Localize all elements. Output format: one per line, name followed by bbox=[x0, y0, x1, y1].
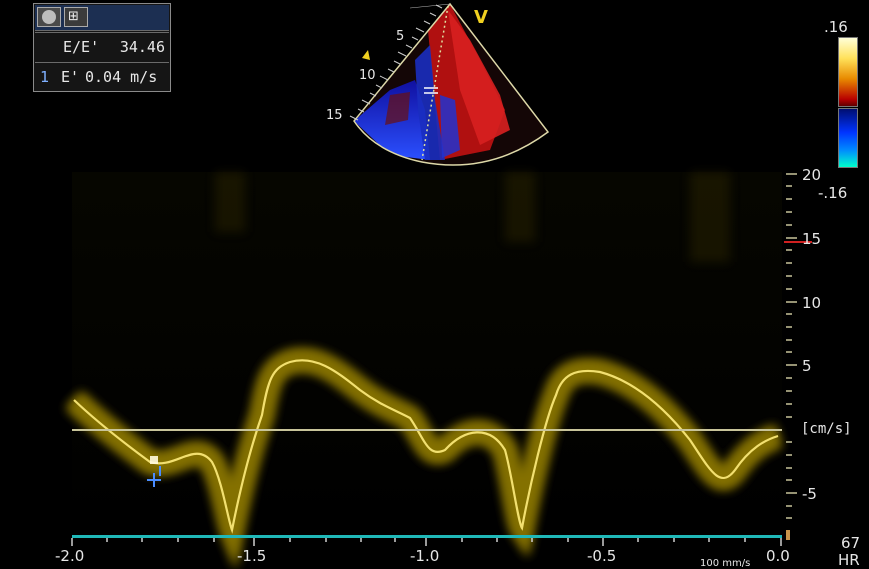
spectral-doppler-trace[interactable] bbox=[0, 0, 869, 569]
time-ruler bbox=[71, 538, 782, 546]
ecg-trace bbox=[72, 535, 782, 538]
velocity-tick-neg5: -5 bbox=[802, 485, 817, 503]
sweep-speed: 100 mm/s bbox=[700, 558, 751, 569]
velocity-unit: [cm/s] bbox=[801, 421, 852, 437]
velocity-tick-10: 10 bbox=[802, 294, 822, 312]
time-tick-neg2: -2.0 bbox=[55, 547, 85, 565]
velocity-tick-20: 20 bbox=[802, 166, 822, 184]
velocity-ruler bbox=[786, 173, 797, 519]
time-tick-0: 0.0 bbox=[766, 547, 790, 565]
time-tick-neg1-5: -1.5 bbox=[237, 547, 267, 565]
heart-rate-label: HR bbox=[838, 551, 860, 569]
time-tick-neg0-5: -0.5 bbox=[587, 547, 617, 565]
velocity-tick-15: 15 bbox=[802, 230, 822, 248]
time-tick-neg1: -1.0 bbox=[410, 547, 440, 565]
velocity-tick-5: 5 bbox=[802, 357, 812, 375]
ultrasound-display: ⊞ E/E' 34.46 1 E' 0.04 m/s V 5 10 15 .16… bbox=[0, 0, 869, 569]
heart-rate-value: 67 bbox=[841, 534, 861, 552]
